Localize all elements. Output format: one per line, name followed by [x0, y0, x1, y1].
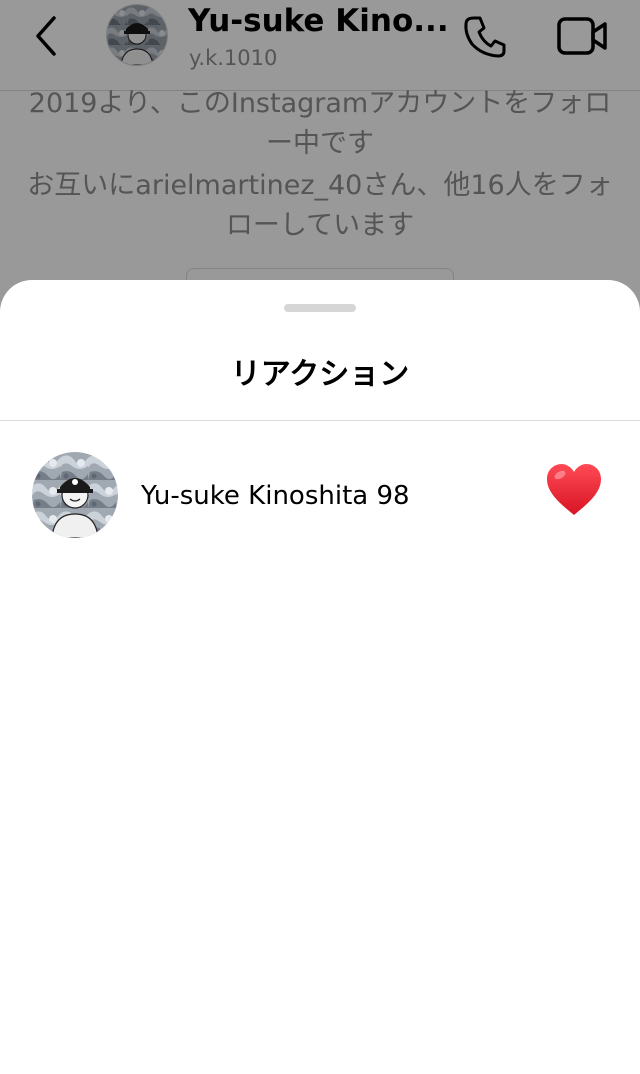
divider: [0, 420, 640, 421]
heart-icon: [544, 462, 604, 518]
reaction-user-name: Yu-suke Kinoshita 98: [141, 481, 410, 511]
screen: Yu-suke Kino... y.k.1010 2019より、このInstag…: [0, 0, 640, 1074]
reactions-sheet: リアクション Yu-suke Kinoshita 98: [0, 280, 640, 1074]
avatar[interactable]: [32, 452, 118, 538]
sheet-title: リアクション: [230, 357, 410, 392]
reaction-list-item[interactable]: Yu-suke Kinoshita 98: [0, 450, 640, 542]
sheet-drag-handle[interactable]: [284, 304, 356, 312]
